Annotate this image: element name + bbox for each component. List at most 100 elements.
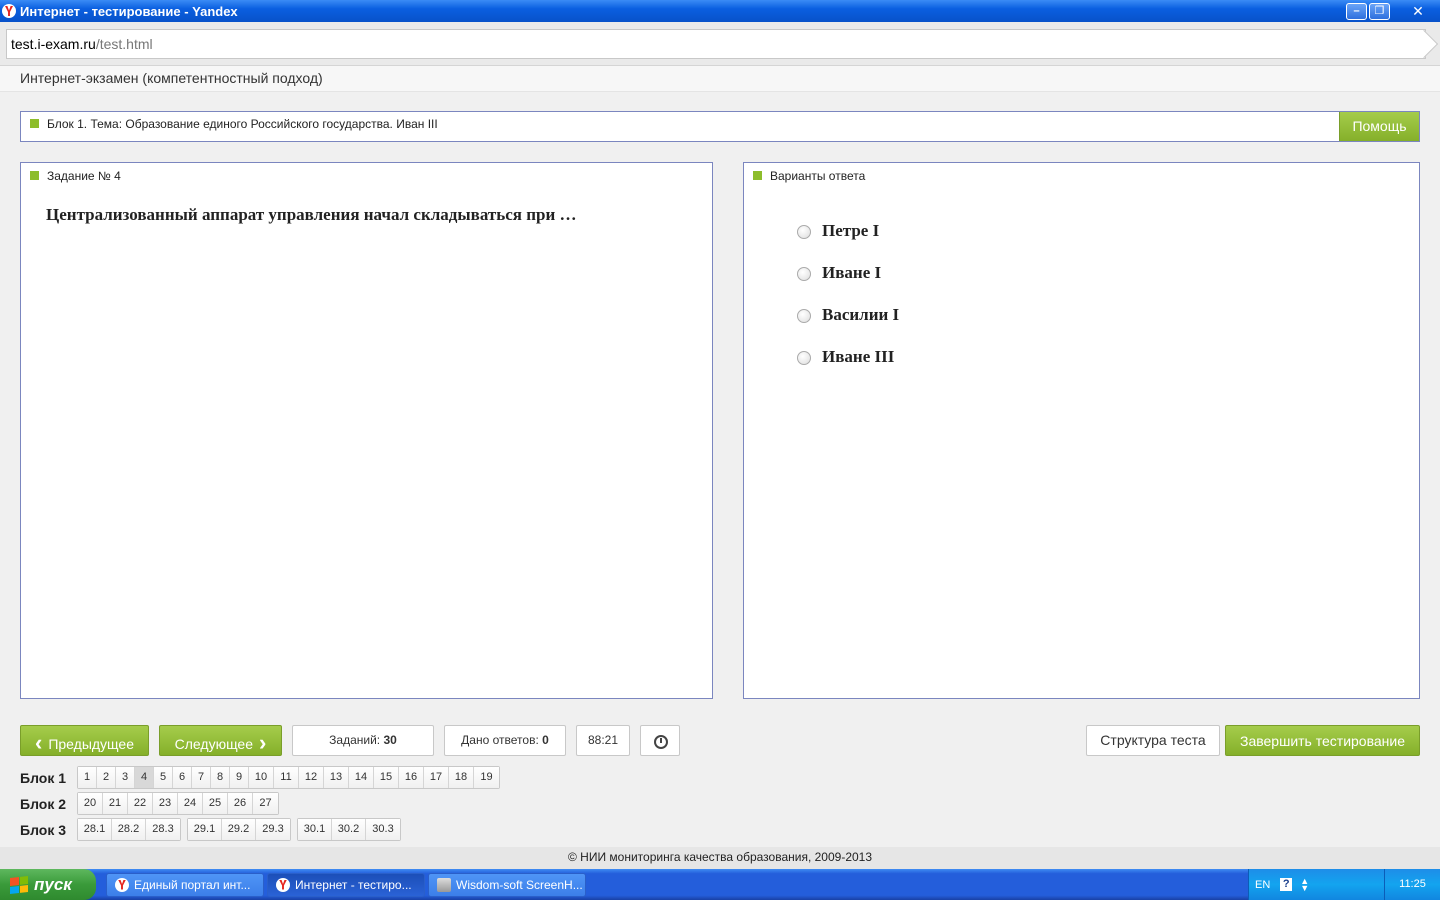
- answers-heading: Варианты ответа: [770, 169, 866, 183]
- question-link[interactable]: 30.1: [298, 819, 332, 840]
- question-link[interactable]: 5: [154, 767, 173, 788]
- tasks-count-label: Заданий:: [329, 733, 381, 747]
- taskbar-item-label: Интернет - тестиро...: [295, 877, 412, 892]
- radio-button[interactable]: [797, 225, 811, 239]
- page-title: Интернет-экзамен (компетентностный подхо…: [0, 66, 1440, 92]
- question-link[interactable]: 28.1: [78, 819, 112, 840]
- question-link[interactable]: 4: [135, 767, 154, 788]
- question-link[interactable]: 25: [203, 793, 228, 814]
- question-link[interactable]: 30.3: [366, 819, 400, 840]
- green-square-icon: [30, 119, 39, 129]
- radio-button[interactable]: [797, 267, 811, 281]
- question-link[interactable]: 21: [103, 793, 128, 814]
- question-link[interactable]: 28.3: [146, 819, 180, 840]
- maximize-button[interactable]: ❐: [1369, 2, 1390, 20]
- nav-row: Блок 3 28.1 28.2 28.3 29.1 29.2 29.3 30.1 30.2 30…: [20, 818, 407, 841]
- help-icon[interactable]: ?: [1280, 878, 1293, 891]
- test-structure-button[interactable]: Структура теста: [1086, 725, 1220, 756]
- exam-page: Интернет-экзамен (компетентностный подхо…: [0, 66, 1440, 869]
- taskbar-item-label: Единый портал инт...: [134, 877, 251, 892]
- radio-button[interactable]: [797, 351, 811, 365]
- question-link[interactable]: 29.2: [222, 819, 256, 840]
- green-square-icon: [30, 171, 39, 181]
- block-label: Блок 2: [20, 795, 67, 812]
- question-link[interactable]: 15: [374, 767, 399, 788]
- question-link[interactable]: 11: [274, 767, 299, 788]
- question-link[interactable]: 12: [299, 767, 324, 788]
- close-button[interactable]: ✕: [1400, 3, 1436, 20]
- question-link[interactable]: 3: [116, 767, 135, 788]
- address-bar: test.i-exam.ru/test.html: [0, 22, 1440, 66]
- nav-row: Блок 2 20 21 22 23 24 25 26 27: [20, 792, 285, 815]
- question-link[interactable]: 28.2: [112, 819, 146, 840]
- question-link[interactable]: 16: [399, 767, 424, 788]
- block-topic-bar: Блок 1. Тема: Образование единого Россий…: [20, 111, 1420, 142]
- question-link[interactable]: 14: [349, 767, 374, 788]
- window-title-bar: Интернет - тестирование - Yandex – ❐ ✕: [0, 0, 1440, 22]
- task-question: Централизованный аппарат управления нача…: [46, 205, 577, 224]
- question-link[interactable]: 6: [173, 767, 192, 788]
- question-link[interactable]: 29.3: [256, 819, 290, 840]
- question-link[interactable]: 9: [230, 767, 249, 788]
- block-label: Блок 1: [20, 769, 67, 786]
- help-button[interactable]: Помощь: [1339, 112, 1419, 141]
- answer-label: Иване III: [822, 347, 895, 366]
- question-link[interactable]: 30.2: [332, 819, 366, 840]
- language-indicator[interactable]: EN: [1255, 879, 1270, 891]
- answer-label: Иване I: [822, 263, 882, 282]
- taskbar-item[interactable]: Wisdom-soft ScreenH...: [428, 872, 586, 897]
- question-link[interactable]: 10: [249, 767, 274, 788]
- tasks-count-box: Заданий: 30: [292, 725, 434, 756]
- previous-button[interactable]: Предыдущее: [20, 725, 149, 756]
- answers-panel: Варианты ответа Петре I Иване I Василии …: [743, 162, 1420, 699]
- nav-group: 28.1 28.2 28.3: [77, 818, 181, 841]
- start-button[interactable]: пуск: [0, 869, 96, 900]
- question-link[interactable]: 7: [192, 767, 211, 788]
- yandex-icon: [115, 877, 129, 892]
- task-panel: Задание № 4 Централизованный аппарат упр…: [20, 162, 713, 699]
- radio-button[interactable]: [797, 309, 811, 323]
- windows-taskbar: пуск Единый портал инт... Интернет - тес…: [0, 869, 1440, 900]
- answer-option[interactable]: Петре I: [797, 221, 879, 241]
- copyright-footer: © НИИ мониторинга качества образования, …: [0, 847, 1440, 869]
- question-link[interactable]: 24: [178, 793, 203, 814]
- question-link[interactable]: 26: [228, 793, 253, 814]
- system-tray: EN ? ▲ ▼: [1248, 869, 1384, 900]
- question-link[interactable]: 8: [211, 767, 230, 788]
- block-label: Блок 3: [20, 821, 67, 838]
- question-link[interactable]: 20: [78, 793, 103, 814]
- yandex-icon: [276, 877, 290, 892]
- tray-arrows-icon[interactable]: ▲ ▼: [1300, 876, 1309, 892]
- question-link[interactable]: 2: [97, 767, 116, 788]
- next-button[interactable]: Следующее: [159, 725, 282, 756]
- question-link[interactable]: 17: [424, 767, 449, 788]
- question-link[interactable]: 18: [449, 767, 474, 788]
- minimize-button[interactable]: –: [1346, 2, 1367, 20]
- question-link[interactable]: 19: [474, 767, 499, 788]
- question-link[interactable]: 1: [78, 767, 97, 788]
- finish-test-button[interactable]: Завершить тестирование: [1225, 725, 1420, 756]
- question-link[interactable]: 22: [128, 793, 153, 814]
- answer-option[interactable]: Иване III: [797, 347, 894, 367]
- timer-display: 88:21: [576, 725, 630, 756]
- nav-group: 1 2 3 4 5 6 7 8 9 10 11 12 13 14 15 16 17 18 19: [77, 766, 500, 789]
- question-link[interactable]: 27: [253, 793, 278, 814]
- nav-group: 30.1 30.2 30.3: [297, 818, 401, 841]
- nav-group: 20 21 22 23 24 25 26 27: [77, 792, 279, 815]
- windows-logo-icon: [10, 875, 28, 894]
- app-icon: [437, 877, 451, 892]
- answered-count-value: 0: [542, 733, 549, 747]
- answer-option[interactable]: Василии I: [797, 305, 899, 325]
- taskbar-item[interactable]: Интернет - тестиро...: [267, 872, 425, 897]
- clock-icon[interactable]: [640, 725, 680, 756]
- question-link[interactable]: 29.1: [188, 819, 222, 840]
- answer-option[interactable]: Иване I: [797, 263, 881, 283]
- green-square-icon: [753, 171, 762, 181]
- url-field[interactable]: test.i-exam.ru/test.html: [6, 29, 1426, 59]
- taskbar-item[interactable]: Единый портал инт...: [106, 872, 264, 897]
- question-link[interactable]: 23: [153, 793, 178, 814]
- nav-group: 29.1 29.2 29.3: [187, 818, 291, 841]
- question-link[interactable]: 13: [324, 767, 349, 788]
- answer-label: Василии I: [822, 305, 900, 324]
- window-title: Интернет - тестирование - Yandex: [20, 3, 238, 19]
